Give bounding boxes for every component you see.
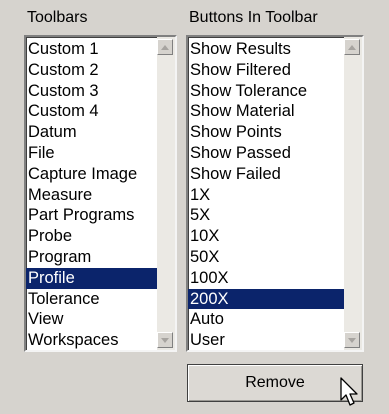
button-item-5x[interactable]: 5X [188,205,344,226]
toolbar-item-custom-1[interactable]: Custom 1 [26,39,157,60]
toolbar-item-custom-3[interactable]: Custom 3 [26,81,157,102]
button-item-100x[interactable]: 100X [188,268,344,289]
toolbars-scrollbar[interactable] [157,37,175,350]
button-item-200x[interactable]: 200X [188,288,344,310]
buttons-in-toolbar-caption: Buttons In Toolbar [189,9,318,26]
button-item-auto[interactable]: Auto [188,309,344,330]
button-item-show-passed[interactable]: Show Passed [188,143,344,164]
buttons-list-items: Show Results Show Filtered Show Toleranc… [188,37,344,350]
toolbar-item-program[interactable]: Program [26,247,157,268]
button-item-show-filtered[interactable]: Show Filtered [188,60,344,81]
button-item-50x[interactable]: 50X [188,247,344,268]
button-item-show-tolerance[interactable]: Show Tolerance [188,81,344,102]
toolbar-item-view[interactable]: View [26,309,157,330]
toolbars-scroll-down-button[interactable] [157,332,173,348]
toolbar-item-measure[interactable]: Measure [26,185,157,206]
button-item-10x[interactable]: 10X [188,226,344,247]
scroll-up-arrow-icon [161,44,169,50]
button-item-show-results[interactable]: Show Results [188,39,344,60]
toolbars-list-items: Custom 1 Custom 2 Custom 3 Custom 4 Datu… [26,37,157,350]
toolbar-item-tolerance[interactable]: Tolerance [26,289,157,310]
toolbar-item-file[interactable]: File [26,143,157,164]
button-item-1x[interactable]: 1X [188,185,344,206]
arrow-pointer-icon [340,377,358,406]
toolbar-item-probe[interactable]: Probe [26,226,157,247]
buttons-in-toolbar-listbox[interactable]: Show Results Show Filtered Show Toleranc… [186,35,364,352]
toolbar-item-capture-image[interactable]: Capture Image [26,164,157,185]
button-item-show-material[interactable]: Show Material [188,101,344,122]
scroll-up-arrow-icon [348,44,356,50]
buttons-scrollbar[interactable] [344,37,362,350]
toolbar-item-custom-2[interactable]: Custom 2 [26,60,157,81]
scroll-down-arrow-icon [348,337,356,343]
toolbar-item-part-programs[interactable]: Part Programs [26,205,157,226]
toolbars-caption: Toolbars [27,9,88,26]
toolbars-listbox[interactable]: Custom 1 Custom 2 Custom 3 Custom 4 Datu… [24,35,177,352]
button-item-user[interactable]: User [188,330,344,350]
toolbars-scroll-up-button[interactable] [157,39,173,55]
toolbar-item-workspaces[interactable]: Workspaces [26,330,157,350]
toolbar-item-datum[interactable]: Datum [26,122,157,143]
remove-button[interactable]: Remove [187,364,363,402]
toolbar-item-custom-4[interactable]: Custom 4 [26,101,157,122]
button-item-show-failed[interactable]: Show Failed [188,164,344,185]
scroll-down-arrow-icon [161,337,169,343]
toolbar-item-profile[interactable]: Profile [26,267,157,289]
buttons-scroll-down-button[interactable] [344,332,360,348]
button-item-show-points[interactable]: Show Points [188,122,344,143]
buttons-scroll-up-button[interactable] [344,39,360,55]
